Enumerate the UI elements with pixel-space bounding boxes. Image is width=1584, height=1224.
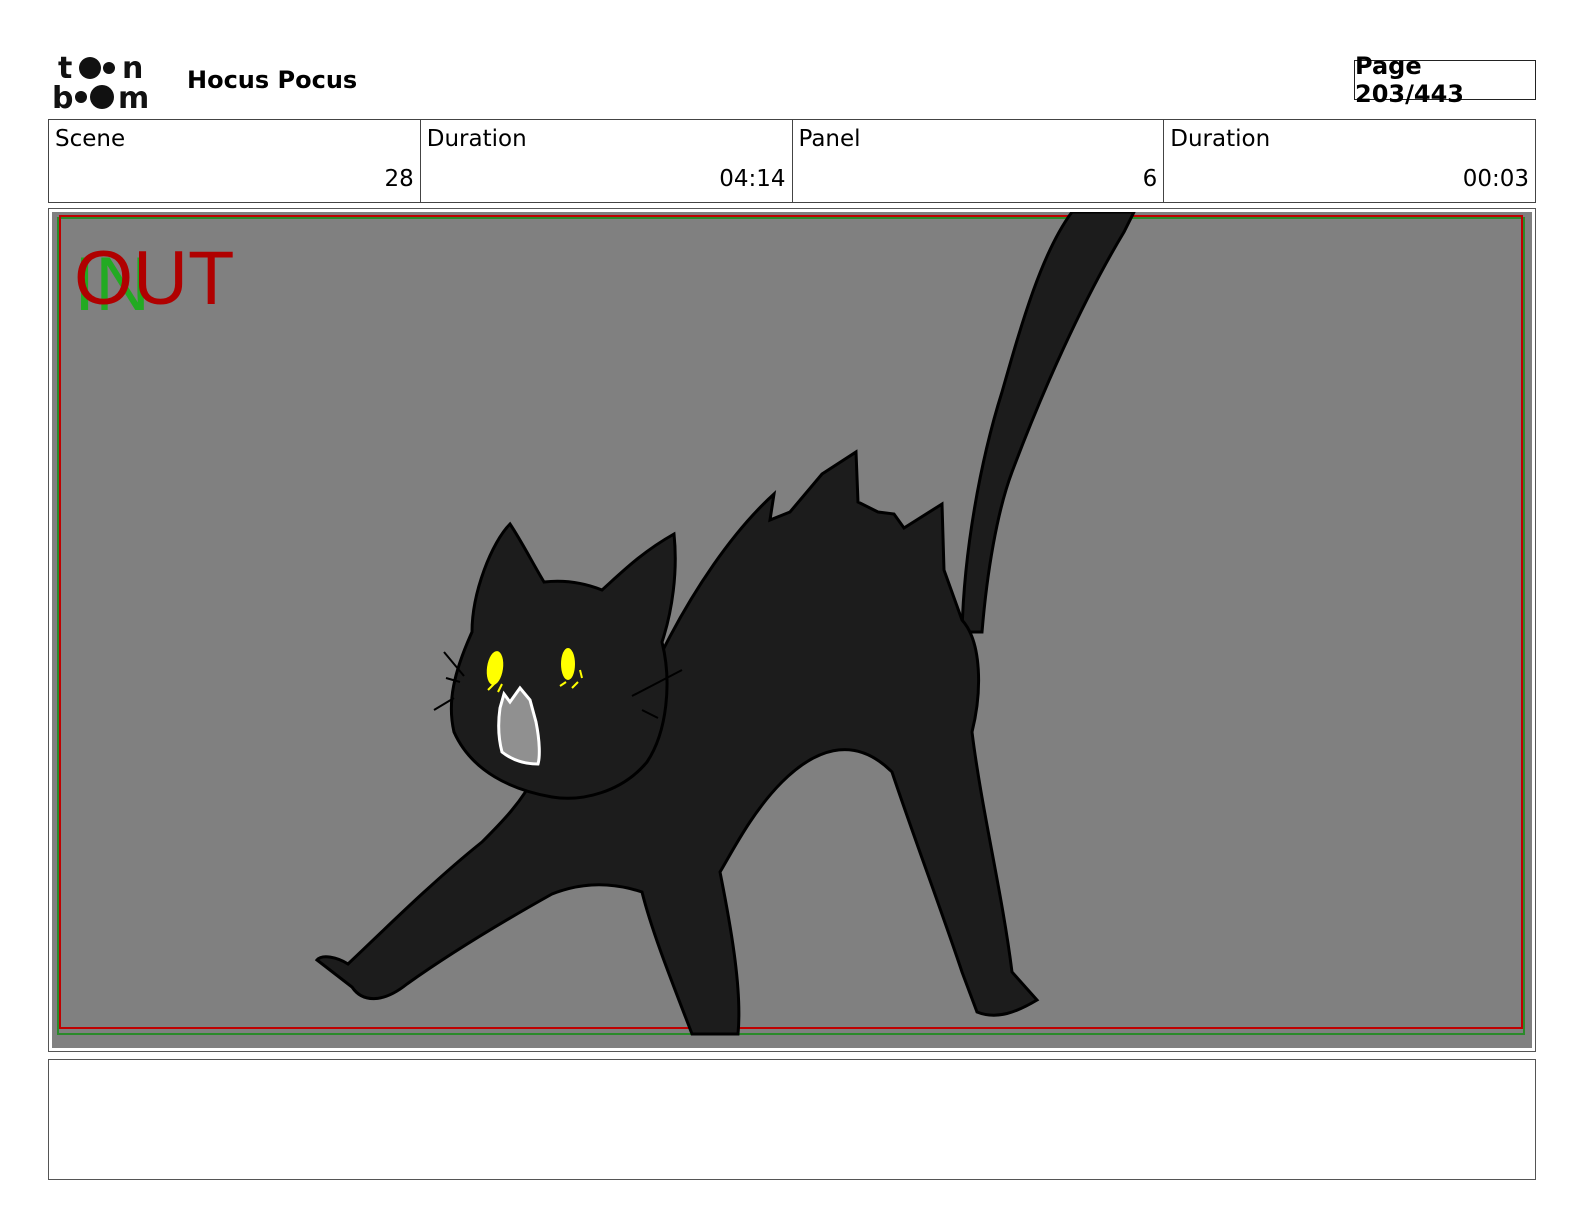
scene-info-table: Scene 28 Duration 04:14 Panel 6 Duration… [48,119,1536,203]
out-marker: OUT [74,236,234,321]
page-number: Page 203/443 [1354,52,1536,108]
svg-text:m: m [118,81,149,112]
panel-value: 6 [1142,166,1158,192]
scene-label: Scene [55,126,126,152]
panel-duration-cell: Duration 00:03 [1164,120,1535,202]
panel-drawing: IN OUT [52,212,1532,1048]
panel-cell: Panel 6 [793,120,1165,202]
project-title: Hocus Pocus [187,66,358,94]
panel-label: Panel [798,126,861,152]
scene-duration-value: 04:14 [719,166,786,192]
cat-right-eye [561,648,575,680]
scene-cell: Scene 28 [49,120,421,202]
panel-duration-label: Duration [1170,126,1271,152]
scene-value: 28 [384,166,414,192]
toonboom-logo: t n b m [52,51,149,112]
panel-duration-value: 00:03 [1462,166,1529,192]
panel-notes [48,1059,1536,1180]
svg-text:b: b [52,81,73,112]
scene-duration-cell: Duration 04:14 [421,120,793,202]
scene-duration-label: Duration [426,126,527,152]
